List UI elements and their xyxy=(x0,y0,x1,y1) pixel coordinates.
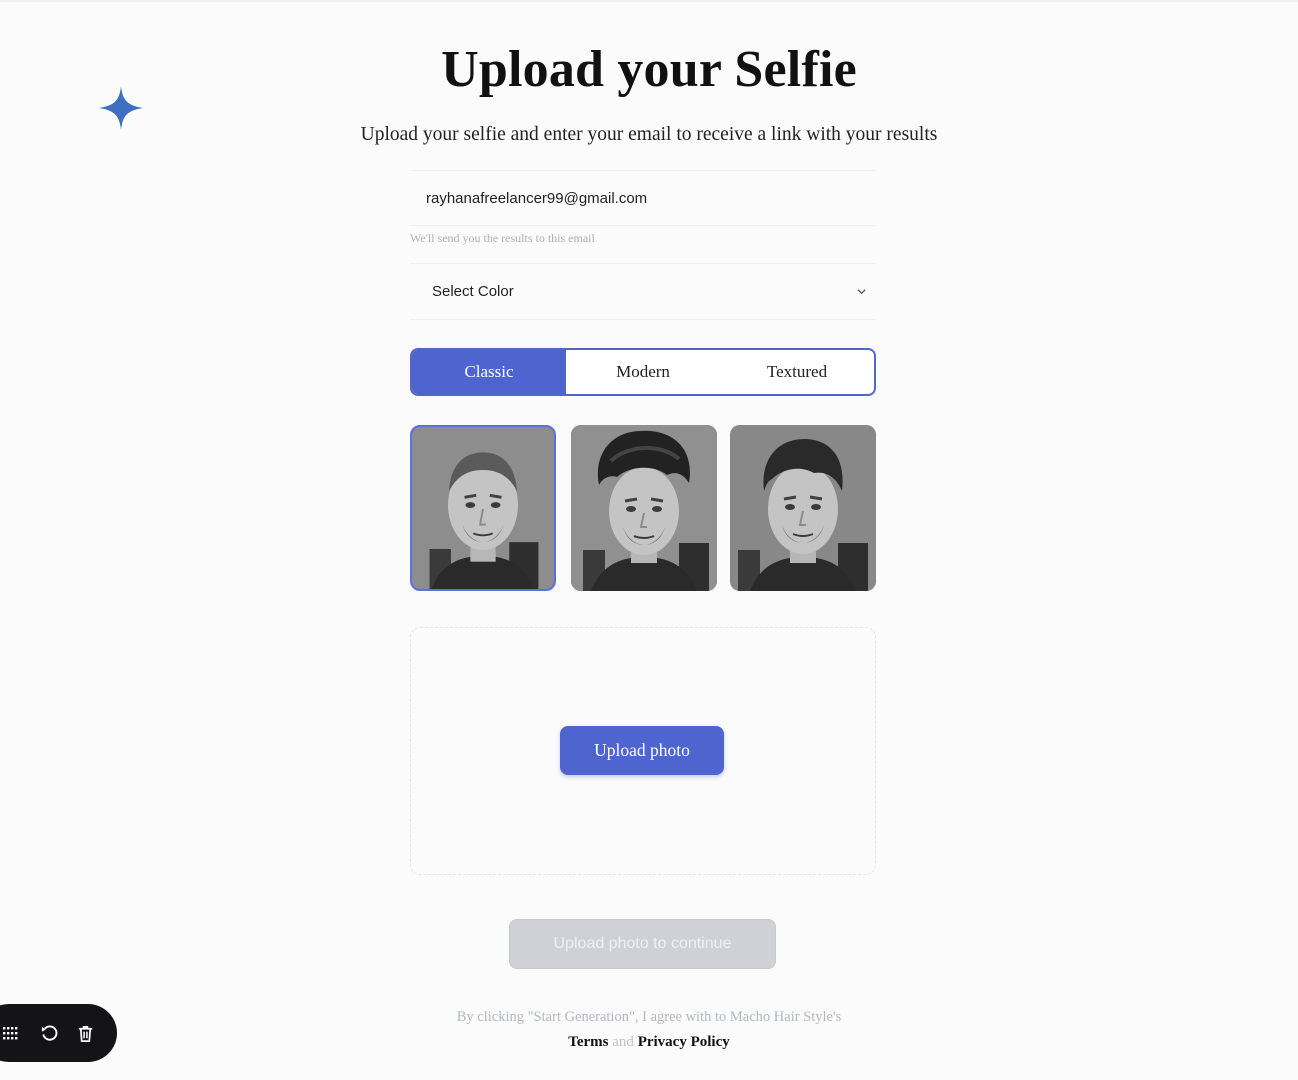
and-text: and xyxy=(612,1034,634,1050)
email-field[interactable]: rayhanafreelancer99@gmail.com xyxy=(410,170,876,226)
floating-toolbar xyxy=(0,1004,117,1062)
agreement-text: By clicking "Start Generation", I agree … xyxy=(456,1009,842,1025)
trash-icon[interactable] xyxy=(74,1022,96,1044)
thumbnail-modern-quiff[interactable] xyxy=(571,425,717,591)
page-subtitle: Upload your selfie and enter your email … xyxy=(360,124,938,145)
email-value: rayhanafreelancer99@gmail.com xyxy=(426,189,648,207)
tab-modern[interactable]: Modern xyxy=(566,350,720,394)
upload-photo-button[interactable]: Upload photo xyxy=(560,726,724,775)
undo-icon[interactable] xyxy=(38,1022,60,1044)
style-thumbnails xyxy=(410,424,876,594)
page-title: Upload your Selfie xyxy=(441,41,857,98)
tab-classic[interactable]: Classic xyxy=(412,350,566,394)
terms-link[interactable]: Terms xyxy=(568,1034,608,1050)
email-hint: We'll send you the results to this email xyxy=(410,231,595,245)
privacy-policy-link[interactable]: Privacy Policy xyxy=(638,1034,730,1050)
thumbnail-textured-pompadour[interactable] xyxy=(730,425,876,591)
chevron-down-icon xyxy=(854,285,868,299)
style-tabs: Classic Modern Textured xyxy=(410,348,876,396)
top-divider xyxy=(0,0,1298,2)
grid-icon[interactable] xyxy=(2,1022,24,1044)
color-select-value: Select Color xyxy=(432,283,514,300)
continue-button[interactable]: Upload photo to continue xyxy=(509,919,776,969)
legal-links: Terms and Privacy Policy xyxy=(0,1034,1298,1051)
tab-textured[interactable]: Textured xyxy=(720,350,874,394)
color-select[interactable]: Select Color xyxy=(410,263,876,320)
thumbnail-classic-buzz-cut[interactable] xyxy=(410,425,556,591)
